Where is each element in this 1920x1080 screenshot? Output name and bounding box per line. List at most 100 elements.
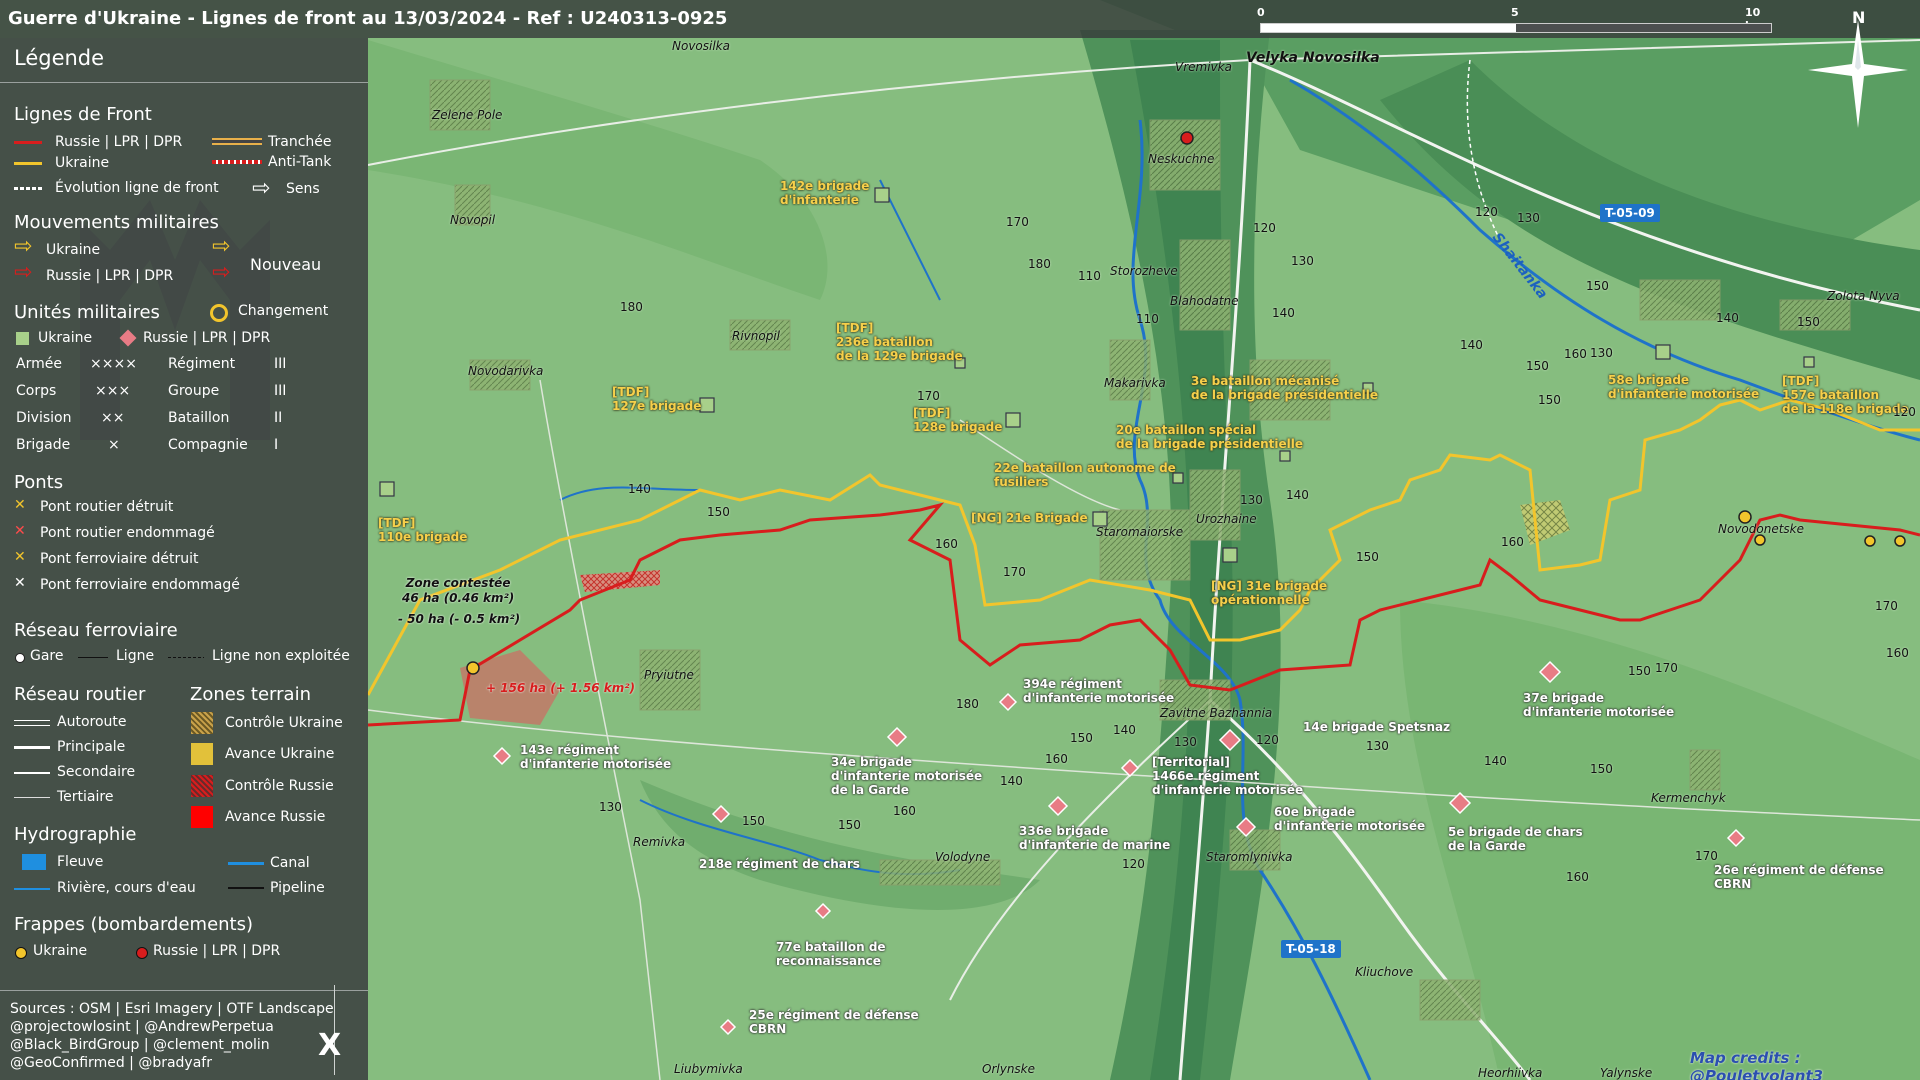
elev-label: 160 (935, 537, 958, 551)
elev-label: 150 (1538, 393, 1561, 407)
elev-label: 150 (1590, 762, 1613, 776)
legend-echelon-corps: Corps (16, 383, 57, 399)
elev-label: 140 (1484, 754, 1507, 768)
elev-label: 110 (1136, 312, 1159, 326)
legend-zone-0: Contrôle Ukraine (225, 715, 343, 731)
legend-zone-2: Contrôle Russie (225, 778, 334, 794)
unit-ru-1466: [Territorial] 1466e régiment d'infanteri… (1152, 755, 1303, 797)
unit-ua-157: [TDF] 157e bataillon de la 118e brigade (1782, 374, 1909, 416)
legend-strike-russia-icon (136, 947, 148, 959)
unit-ru-60: 60e brigade d'infanterie motorisée (1274, 805, 1425, 833)
source-line-3: @GeoConfirmed | @bradyafr (10, 1055, 212, 1071)
elev-label: 150 (1526, 359, 1549, 373)
place-novosilka: Novosilka (672, 39, 730, 53)
elev-label: 150 (1586, 279, 1609, 293)
place-novodarivka: Novodarivka (468, 364, 544, 378)
legend-front-sens: Sens (286, 181, 320, 197)
legend-new-russia-arrow-icon: ⇨ (212, 260, 231, 285)
place-volodyne: Volodyne (935, 850, 991, 864)
legend-station-icon (15, 653, 25, 663)
unit-ua-236-text: [TDF] 236e bataillon de la 129e brigade (836, 321, 963, 363)
legend-echelon-brigade: Brigade (16, 437, 71, 453)
legend-rail-bridge-destroyed-icon: ✕ (14, 549, 26, 565)
legend-echelon-corps-symbol: ××× (95, 383, 131, 399)
legend-echelon-regiment: Régiment (168, 356, 236, 372)
legend-unit-change: Changement (238, 303, 329, 319)
unit-ua-157-text: [TDF] 157e bataillon de la 118e brigade (1782, 374, 1909, 416)
place-makarivka: Makarivka (1104, 376, 1166, 390)
unit-ru-218-text: 218e régiment de chars (699, 857, 860, 871)
elev-label: 170 (1003, 565, 1026, 579)
legend-hydro-canal: Canal (270, 855, 310, 871)
legend-advance-russia-swatch (191, 806, 213, 828)
place-rivnopil: Rivnopil (732, 329, 781, 343)
unit-ua-127: [TDF] 127e brigade (612, 385, 701, 413)
unit-ua-142: 142e brigade d'infanterie (780, 179, 869, 207)
source-line-2: @Black_BirdGroup | @clement_molin (10, 1037, 270, 1053)
elev-label: 150 (1356, 550, 1379, 564)
legend-hydro-title: Hydrographie (14, 824, 137, 845)
elev-label: 160 (1045, 752, 1068, 766)
elev-label: 110 (1078, 269, 1101, 283)
legend-highway-swatch (14, 720, 50, 726)
place-novodonetske: Novodonetske (1718, 522, 1804, 536)
elev-label: 170 (1695, 849, 1718, 863)
elev-label: 140 (1113, 723, 1136, 737)
unit-ru-336: 336e brigade d'infanterie de marine (1019, 824, 1170, 852)
legend-ukraine-unit-icon (16, 332, 29, 345)
elev-label: 160 (1564, 347, 1587, 361)
x-logo-icon[interactable]: X (318, 1028, 341, 1063)
place-storozheve: Storozheve (1110, 264, 1178, 278)
scale-bar: 0 5 10 km (1255, 6, 1775, 36)
legend-front-ukraine: Ukraine (55, 155, 110, 171)
sources-block: Sources : OSM | Esri Imagery | OTF Lands… (10, 1000, 334, 1072)
north-arrow: N (1808, 8, 1908, 128)
unit-ua-3bat-text: 3e bataillon mécanisé de la brigade prés… (1191, 374, 1379, 402)
unit-ru-34-text: 34e brigade d'infanterie motorisée de la… (831, 755, 983, 797)
unit-ru-26: 26e régiment de défense CBRN (1714, 863, 1884, 891)
legend-pont-3: Pont ferroviaire endommagé (40, 577, 240, 593)
legend-pont-1: Pont routier endommagé (40, 525, 215, 541)
unit-ru-37: 37e brigade d'infanterie motorisée (1523, 691, 1674, 719)
legend-ponts-title: Ponts (14, 472, 64, 493)
legend-panel: Légende Lignes de Front Russie | LPR | D… (0, 38, 368, 1080)
legend-rail-line-swatch (78, 657, 108, 658)
unit-ua-236: [TDF] 236e bataillon de la 129e brigade (836, 321, 963, 363)
legend-road-1: Principale (57, 739, 126, 755)
legend-change-icon (210, 304, 228, 322)
legend-front-antitank: Anti-Tank (268, 154, 332, 170)
legend-new-ukraine-arrow-icon: ⇨ (212, 234, 231, 259)
elev-label: 140 (1000, 774, 1023, 788)
legend-canal-swatch (228, 862, 264, 865)
place-yalynske: Yalynske (1600, 1066, 1653, 1080)
contested-title: Zone contestée (405, 576, 511, 590)
unit-ua-142-text: 142e brigade d'infanterie (780, 179, 870, 207)
elev-label: 120 (1893, 405, 1916, 419)
unit-ua-3bat: 3e bataillon mécanisé de la brigade prés… (1191, 374, 1378, 402)
elev-label: 120 (1475, 205, 1498, 219)
unit-ua-128-text: [TDF] 128e brigade (913, 406, 1003, 434)
legend-echelon-groupe: Groupe (168, 383, 220, 399)
place-neskuchne: Neskuchne (1148, 152, 1215, 166)
elev-label: 130 (1590, 346, 1613, 360)
unit-ru-34: 34e brigade d'infanterie motorisée de la… (831, 755, 982, 797)
place-pryiutne: Pryiutne (644, 668, 694, 682)
place-novopil: Novopil (450, 213, 496, 227)
elev-label: 140 (628, 482, 651, 496)
legend-routier-title: Réseau routier (14, 684, 146, 705)
place-urozhaine: Urozhaine (1196, 512, 1257, 526)
legend-road-3: Tertiaire (57, 789, 114, 805)
unit-ru-394: 394e régiment d'infanterie motorisée (1023, 677, 1174, 705)
legend-mouvements-title: Mouvements militaires (14, 212, 219, 233)
legend-road-bridge-destroyed-icon: ✕ (14, 497, 26, 513)
unit-ru-143: 143e régiment d'infanterie motorisée (520, 743, 671, 771)
legend-echelon-brigade-symbol: × (108, 437, 120, 453)
elev-label: 140 (1272, 306, 1295, 320)
elev-label: 150 (742, 814, 765, 828)
unit-ru-1466-text: [Territorial] 1466e régiment d'infanteri… (1152, 755, 1304, 797)
unit-ua-22bat: 22e bataillon autonome de fusiliers (994, 461, 1176, 489)
elev-label: 130 (599, 800, 622, 814)
legend-rail-non: Ligne non exploitée (212, 648, 350, 664)
place-staromlynivka: Staromlynivka (1206, 850, 1293, 864)
unit-ru-336-text: 336e brigade d'infanterie de marine (1019, 824, 1171, 852)
